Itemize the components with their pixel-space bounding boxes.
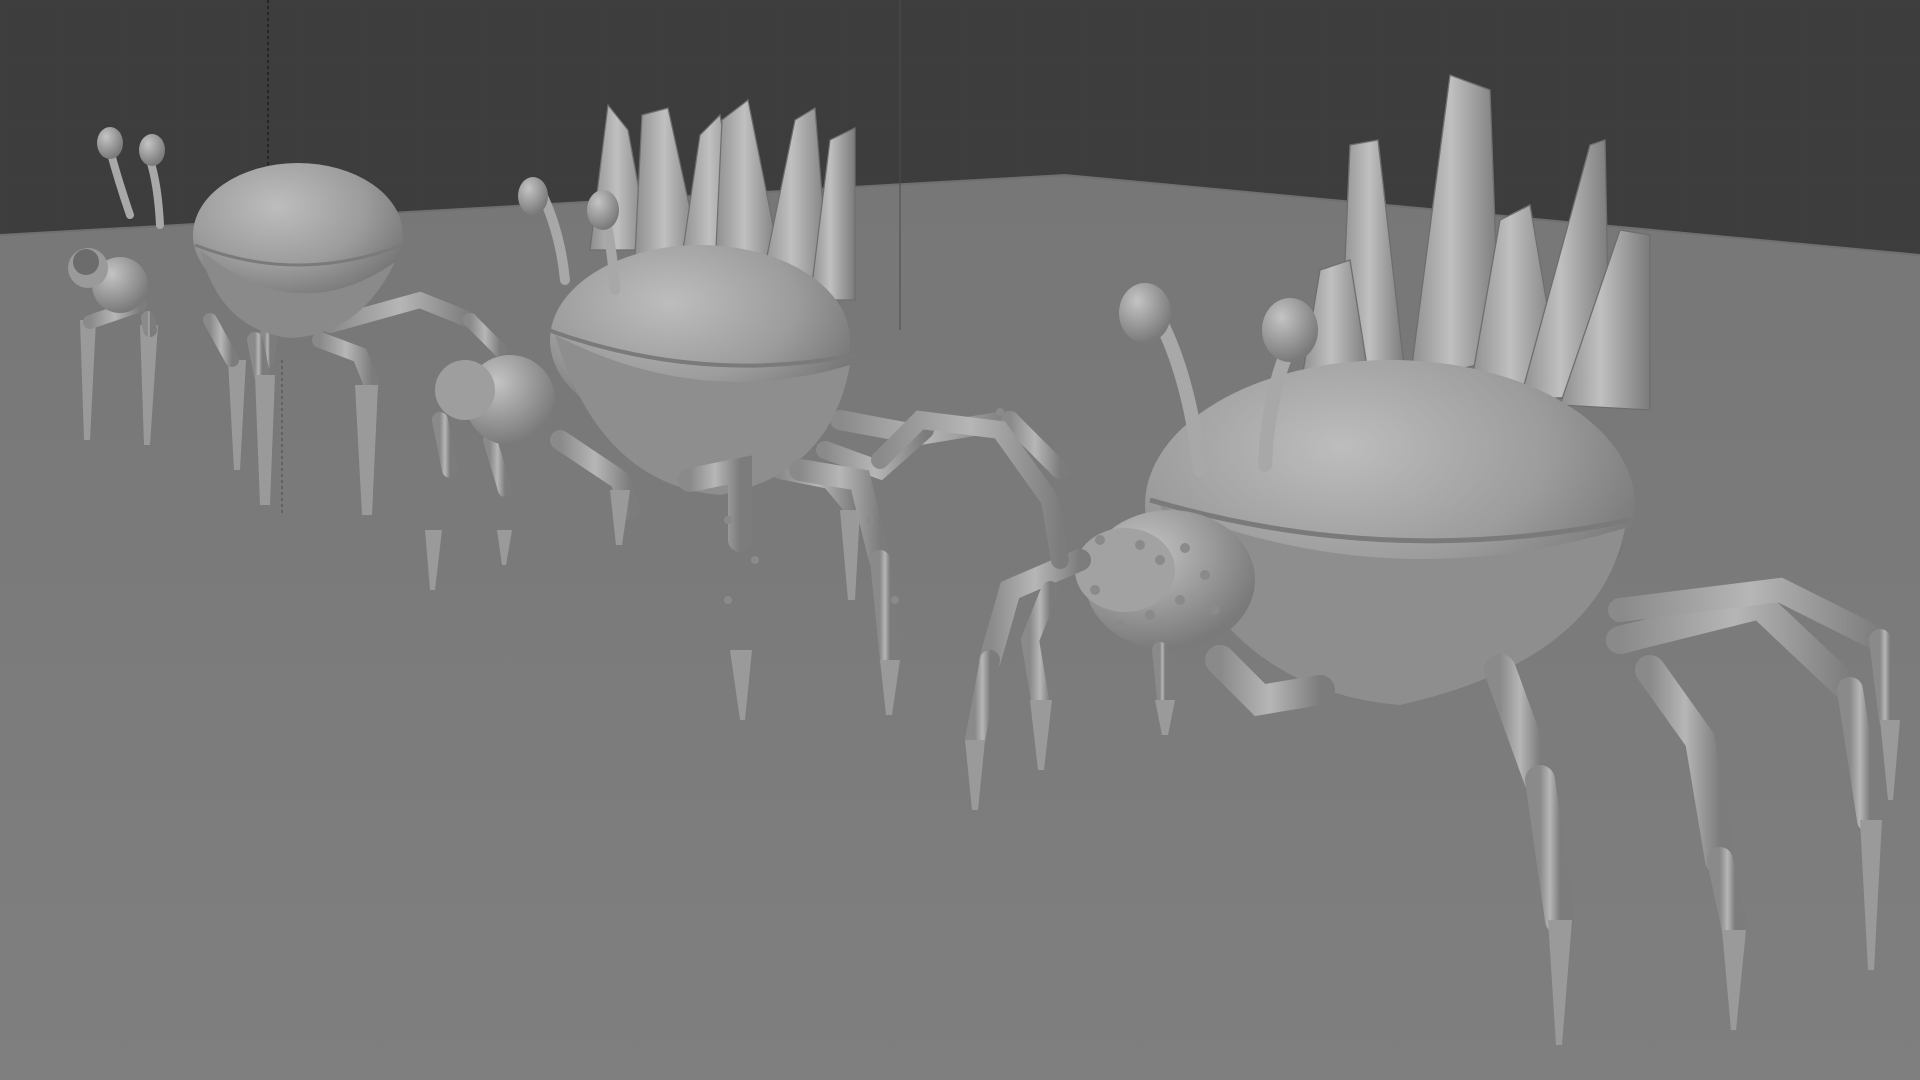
viewport-canvas[interactable] (0, 0, 1920, 1080)
3d-viewport[interactable] (0, 0, 1920, 1080)
